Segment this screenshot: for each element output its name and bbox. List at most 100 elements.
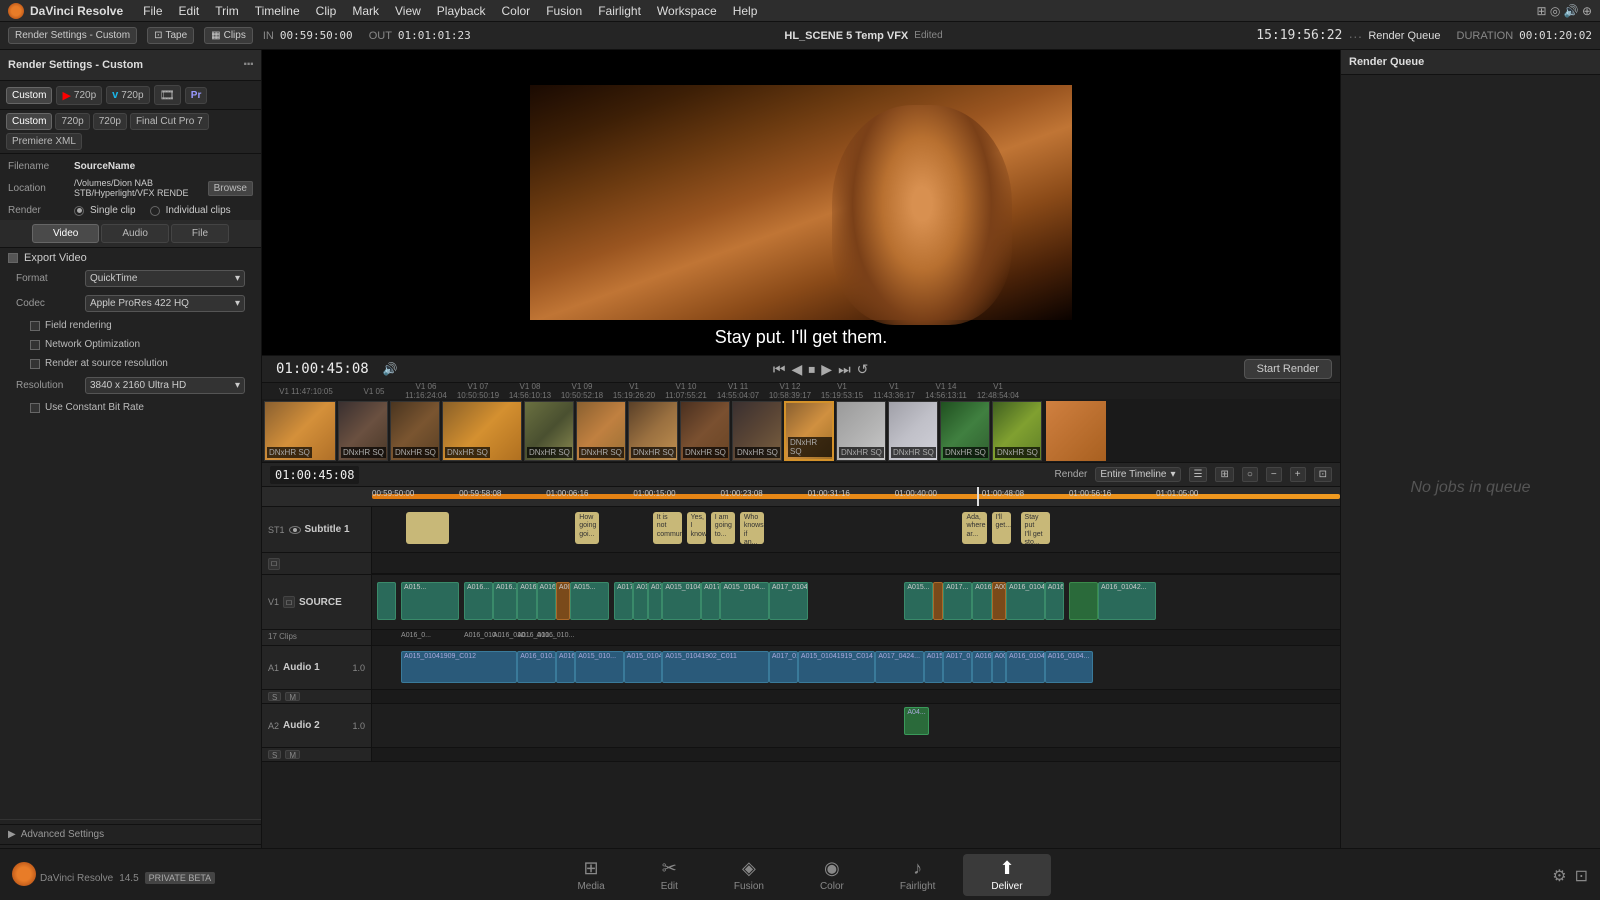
field-rendering-row[interactable]: Field rendering [8,318,253,333]
nav-color[interactable]: ◉ Color [792,854,872,896]
audio-clip-7[interactable]: A017_010... [769,651,798,683]
subtab-premiere-xml[interactable]: Premiere XML [6,133,82,150]
audio-clip-5[interactable]: A015_0104... [624,651,663,683]
source-clip-9[interactable]: A017... [614,582,633,620]
menu-trim[interactable]: Trim [215,4,239,18]
playhead[interactable] [977,487,979,506]
film-thumb-5[interactable]: DNxHR SQ [524,401,574,461]
go-to-start-btn[interactable]: ⏮ [773,361,786,378]
render-settings-btn[interactable]: Render Settings - Custom [8,27,137,44]
source-clip-21[interactable]: A016_01042... [1006,582,1045,620]
render-option-select[interactable]: Entire Timeline ▾ [1095,467,1180,482]
audio-clip-6[interactable]: A015_01041902_C011 [662,651,768,683]
preset-film[interactable]: 🎞 [154,85,181,105]
subtitle-clip-5[interactable]: I amgoingto... [711,512,735,544]
subtab-fcp7[interactable]: Final Cut Pro 7 [130,113,209,130]
render-queue-label[interactable]: Render Queue [1368,30,1440,42]
network-opt-checkbox[interactable] [30,340,40,350]
step-back-btn[interactable]: ◀ [792,361,803,378]
tl-options-btn[interactable]: ○ [1242,467,1258,482]
network-opt-row[interactable]: Network Optimization [8,337,253,352]
source-clip-2[interactable]: A015... [401,582,459,620]
subtitle-clip-6[interactable]: Whoknowsif an... [740,512,764,544]
preset-vimeo[interactable]: v 720p [106,86,149,104]
browse-button[interactable]: Browse [208,181,253,196]
source-clip-19[interactable]: A016... [972,582,991,620]
audio-clip-13[interactable]: A009... [992,651,1007,683]
subtab-custom[interactable]: Custom [6,113,52,130]
nav-edit[interactable]: ✂ Edit [633,854,706,896]
audio-clip-1[interactable]: A015_01041909_C012 [401,651,517,683]
constant-bitrate-checkbox[interactable] [30,403,40,413]
file-tab[interactable]: File [171,224,229,243]
menu-file[interactable]: File [143,4,162,18]
tape-btn[interactable]: ⊡ Tape [147,27,194,44]
source-clip-1[interactable] [377,582,396,620]
stop-btn[interactable]: ⏹ [808,361,815,378]
menu-color[interactable]: Color [502,4,531,18]
source-clip-8[interactable]: A015... [570,582,609,620]
advanced-settings-expander[interactable]: ▶ Advanced Settings [0,824,261,844]
source-clip-3[interactable]: A016... [464,582,493,620]
audio-clip-4[interactable]: A015_010... [575,651,623,683]
subtitle-eye-icon[interactable] [289,526,301,534]
audio-clip-3[interactable]: A016... [556,651,575,683]
zoom-minus-btn[interactable]: − [1266,467,1282,482]
grid-view-btn[interactable]: ⊞ [1215,467,1233,482]
subtitle-clip-2[interactable]: Howgoinggoi... [575,512,599,544]
empty-track-icon[interactable]: □ [268,558,280,570]
subtitle-clip-1[interactable] [406,512,450,544]
nav-deliver[interactable]: ⬆ Deliver [963,854,1050,896]
source-clip-24[interactable]: A016_01042... [1098,582,1156,620]
film-thumb-8[interactable]: DNxHR SQ [680,401,730,461]
single-clip-radio[interactable] [74,206,84,216]
magic-wand-icon[interactable]: ⚙ [1552,866,1566,886]
nav-media[interactable]: ⊞ Media [549,854,632,896]
video-tab[interactable]: Video [32,224,99,243]
audio1-s-btn[interactable]: S [268,692,281,701]
source-clip-6[interactable]: A016... [537,582,556,620]
export-video-checkbox[interactable] [8,253,18,263]
v1-icon[interactable]: □ [283,596,295,608]
format-select[interactable]: QuickTime ▾ [85,270,245,287]
menu-edit[interactable]: Edit [179,4,200,18]
film-thumb-3[interactable]: DNxHR SQ [390,401,440,461]
fullscreen-icon[interactable]: ⊡ [1575,866,1588,886]
source-clip-23[interactable] [1069,582,1098,620]
tl-right-btn[interactable]: ⊡ [1314,467,1332,482]
source-clip-10[interactable]: A017... [633,582,648,620]
subtitle-clip-3[interactable]: It is notcommun... [653,512,682,544]
film-thumb-11[interactable]: DNxHR SQ [836,401,886,461]
loop-btn[interactable]: ↺ [857,361,869,378]
field-rendering-checkbox[interactable] [30,321,40,331]
menu-mark[interactable]: Mark [352,4,379,18]
resolution-select[interactable]: 3840 x 2160 Ultra HD ▾ [85,377,245,394]
source-clip-4[interactable]: A016... [493,582,517,620]
film-thumb-6[interactable]: DNxHR SQ [576,401,626,461]
preset-youtube[interactable]: ▶ 720p [56,86,102,105]
audio-clip-12[interactable]: A016... [972,651,991,683]
film-thumb-7[interactable]: DNxHR SQ [628,401,678,461]
film-thumb-15[interactable] [1046,401,1106,461]
nav-fairlight[interactable]: ♪ Fairlight [872,854,964,896]
source-clip-5[interactable]: A016... [517,582,536,620]
export-video-row[interactable]: Export Video [8,252,253,264]
play-btn[interactable]: ▶ [821,361,832,378]
zoom-plus-btn[interactable]: + [1290,467,1306,482]
audio2-clip-1[interactable]: A04... [904,707,928,735]
list-view-btn[interactable]: ☰ [1189,467,1208,482]
audio-clip-11[interactable]: A017_01042... [943,651,972,683]
source-clip-22[interactable]: A016... [1045,582,1064,620]
source-clip-15[interactable]: A017_0104... [769,582,808,620]
film-thumb-1[interactable]: DNxHR SQ [264,401,336,461]
source-clip-18[interactable]: A017... [943,582,972,620]
source-clip-16[interactable]: A015... [904,582,933,620]
render-source-checkbox[interactable] [30,359,40,369]
subtitle-clip-4[interactable]: Yes, Iknow. [687,512,706,544]
menu-clip[interactable]: Clip [316,4,337,18]
audio-clip-2[interactable]: A016_010... [517,651,556,683]
source-clip-7[interactable]: A009... [556,582,571,620]
audio2-s-btn[interactable]: S [268,750,281,759]
audio-clip-14[interactable]: A016_01042... [1006,651,1045,683]
subtitle-clip-7[interactable]: Ada,wherear... [962,512,986,544]
